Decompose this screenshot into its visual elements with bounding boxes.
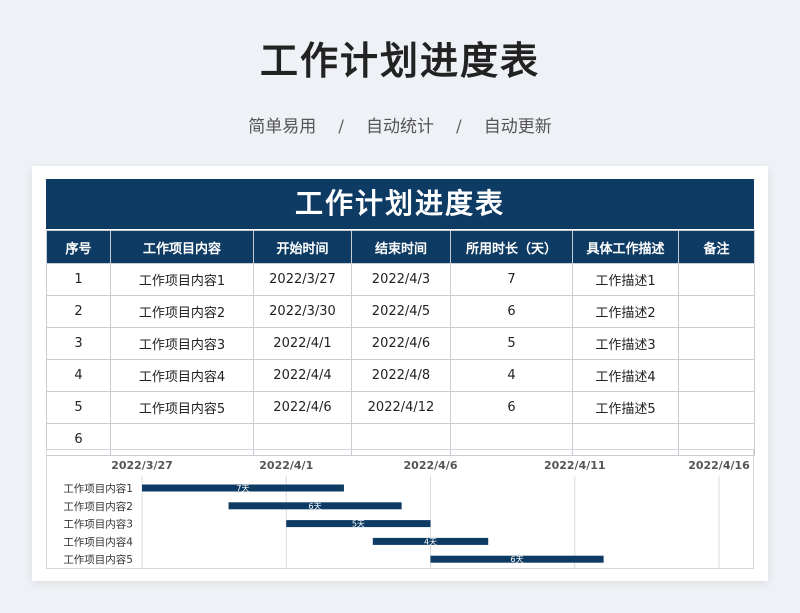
subtitle-item-auto-update: 自动更新 (483, 117, 552, 137)
cell-start[interactable]: 2022/3/30 (253, 295, 352, 328)
table-body: 1 工作项目内容1 2022/3/27 2022/4/3 7 工作描述1 2 工… (46, 263, 755, 456)
x-tick-label: 2022/3/27 (111, 459, 173, 472)
x-tick-label: 2022/4/1 (259, 459, 313, 472)
page-title: 工作计划进度表 (259, 39, 540, 83)
bar-data-label: 6天 (511, 555, 524, 564)
cell-index[interactable]: 4 (46, 359, 111, 392)
cell-remark[interactable] (678, 359, 755, 392)
column-header-end[interactable]: 结束时间 (351, 230, 451, 264)
cell-item[interactable]: 工作项目内容2 (110, 295, 254, 328)
table-row: 3 工作项目内容3 2022/4/1 2022/4/6 5 工作描述3 (46, 327, 755, 360)
table-row: 4 工作项目内容4 2022/4/4 2022/4/8 4 工作描述4 (46, 359, 755, 392)
cell-remark[interactable] (678, 295, 755, 328)
cell-index[interactable]: 2 (46, 295, 111, 328)
sheet-card: 工作计划进度表 序号 工作项目内容 开始时间 结束时间 所用时长（天） 具体工作… (32, 166, 768, 581)
cell-item[interactable]: 工作项目内容4 (110, 359, 254, 392)
bar-data-label: 4天 (424, 537, 437, 546)
x-tick-label: 2022/4/16 (688, 459, 750, 472)
cell-start[interactable]: 2022/4/4 (253, 359, 352, 392)
cell-start[interactable]: 2022/3/27 (253, 263, 352, 296)
x-tick-label: 2022/4/11 (544, 459, 606, 472)
cell-duration[interactable]: 6 (450, 391, 573, 424)
plan-table: 序号 工作项目内容 开始时间 结束时间 所用时长（天） 具体工作描述 备注 1 … (46, 230, 755, 456)
cell-item[interactable]: 工作项目内容5 (110, 391, 254, 424)
column-header-description[interactable]: 具体工作描述 (572, 230, 679, 264)
cell-index[interactable]: 3 (46, 327, 111, 360)
column-header-remark[interactable]: 备注 (678, 230, 755, 264)
subtitle-separator: / (338, 117, 344, 137)
table-row: 2 工作项目内容2 2022/3/30 2022/4/5 6 工作描述2 (46, 295, 755, 328)
cell-start[interactable]: 2022/4/1 (253, 327, 352, 360)
cell-description[interactable]: 工作描述2 (572, 295, 679, 328)
column-header-item[interactable]: 工作项目内容 (110, 230, 254, 264)
cell-end[interactable]: 2022/4/8 (351, 359, 451, 392)
subtitle-separator: / (456, 117, 462, 137)
cell-remark[interactable] (678, 263, 755, 296)
cell-item[interactable]: 工作项目内容1 (110, 263, 254, 296)
subtitle-item-easy: 简单易用 (248, 117, 317, 137)
cell-description[interactable]: 工作描述1 (572, 263, 679, 296)
cell-description[interactable]: 工作描述4 (572, 359, 679, 392)
cell-duration[interactable]: 5 (450, 327, 573, 360)
y-category-label: 工作项目内容2 (63, 500, 133, 513)
cell-remark[interactable] (678, 327, 755, 360)
cell-end[interactable]: 2022/4/12 (351, 391, 451, 424)
y-category-label: 工作项目内容5 (63, 553, 133, 566)
cell-end[interactable]: 2022/4/3 (351, 263, 451, 296)
gantt-chart-svg: 2022/3/27 2022/4/1 2022/4/6 2022/4/11 2022/4… (63, 459, 750, 568)
gantt-chart: 2022/3/27 2022/4/1 2022/4/6 2022/4/11 2022/4… (46, 449, 754, 569)
cell-description[interactable]: 工作描述3 (572, 327, 679, 360)
subtitle: 简单易用 / 自动统计 / 自动更新 (0, 112, 800, 137)
y-category-label: 工作项目内容4 (63, 535, 133, 548)
cell-end[interactable]: 2022/4/5 (351, 295, 451, 328)
column-header-index[interactable]: 序号 (46, 230, 111, 264)
cell-end[interactable]: 2022/4/6 (351, 327, 451, 360)
cell-duration[interactable]: 4 (450, 359, 573, 392)
cell-item[interactable]: 工作项目内容3 (110, 327, 254, 360)
table-header-row: 序号 工作项目内容 开始时间 结束时间 所用时长（天） 具体工作描述 备注 (46, 230, 755, 264)
cell-description[interactable]: 工作描述5 (572, 391, 679, 424)
table-row: 1 工作项目内容1 2022/3/27 2022/4/3 7 工作描述1 (46, 263, 755, 296)
subtitle-item-auto-stats: 自动统计 (366, 117, 434, 137)
cell-duration[interactable]: 6 (450, 295, 573, 328)
cell-remark[interactable] (678, 391, 755, 424)
cell-index[interactable]: 5 (46, 391, 111, 424)
cell-duration[interactable]: 7 (450, 263, 573, 296)
bar-data-label: 7天 (236, 484, 249, 493)
bar-data-label: 5天 (352, 520, 365, 529)
column-header-start[interactable]: 开始时间 (253, 230, 352, 264)
y-category-label: 工作项目内容3 (63, 518, 133, 531)
cell-start[interactable]: 2022/4/6 (253, 391, 352, 424)
y-category-label: 工作项目内容1 (63, 482, 133, 495)
cell-index[interactable]: 1 (46, 263, 111, 296)
bar-data-label: 6天 (309, 502, 322, 511)
column-header-duration[interactable]: 所用时长（天） (450, 230, 573, 264)
table-row: 5 工作项目内容5 2022/4/6 2022/4/12 6 工作描述5 (46, 391, 755, 424)
sheet-title: 工作计划进度表 (46, 179, 754, 229)
x-tick-label: 2022/4/6 (404, 459, 458, 472)
